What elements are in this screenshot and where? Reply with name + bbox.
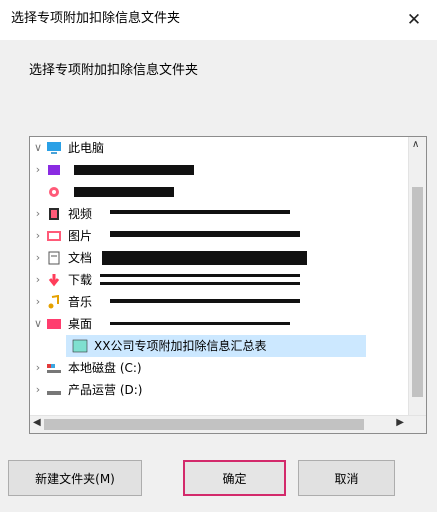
tree-item-label: 桌面 bbox=[68, 317, 93, 331]
redacted-label bbox=[100, 274, 300, 277]
window-title: 选择专项附加扣除信息文件夹 bbox=[11, 11, 181, 26]
scroll-right-arrow-icon[interactable]: ▶ bbox=[396, 417, 404, 428]
title-bar: 选择专项附加扣除信息文件夹 ✕ bbox=[0, 0, 437, 40]
music-icon bbox=[46, 294, 62, 309]
tree-item-documents[interactable]: › 文档 bbox=[30, 247, 426, 269]
redacted-label bbox=[102, 251, 307, 265]
chevron-right-icon[interactable]: › bbox=[30, 250, 46, 266]
cloud-icon bbox=[46, 185, 62, 199]
tree-item-pictures[interactable]: › 图片 bbox=[30, 225, 426, 247]
desktop-icon bbox=[46, 317, 62, 331]
redacted-label bbox=[74, 187, 174, 197]
chevron-right-icon[interactable]: › bbox=[30, 382, 46, 398]
chevron-down-icon[interactable]: ∨ bbox=[30, 140, 46, 156]
redacted-label bbox=[110, 322, 290, 325]
3d-objects-icon bbox=[46, 163, 62, 177]
chevron-right-icon[interactable]: › bbox=[30, 228, 46, 244]
redacted-label bbox=[110, 299, 300, 303]
tree-item-3d-objects[interactable]: › bbox=[30, 159, 426, 181]
tree-item-videos[interactable]: › 视频 bbox=[30, 203, 426, 225]
chevron-right-icon[interactable]: › bbox=[30, 272, 46, 288]
tree-item-desktop[interactable]: ∨ 桌面 bbox=[30, 313, 426, 335]
redacted-label bbox=[100, 282, 300, 285]
tree-item-downloads[interactable]: › 下载 bbox=[30, 269, 426, 291]
chevron-right-icon[interactable]: › bbox=[30, 294, 46, 310]
download-icon bbox=[46, 273, 62, 287]
dialog-description: 选择专项附加扣除信息文件夹 bbox=[29, 63, 199, 78]
drive-icon bbox=[46, 361, 62, 375]
tree-item-label: 本地磁盘 (C:) bbox=[68, 361, 142, 375]
computer-icon bbox=[46, 141, 62, 155]
tree-item-label: 产品运营 (D:) bbox=[68, 383, 143, 397]
vertical-scroll-thumb[interactable] bbox=[412, 187, 423, 397]
chevron-down-icon[interactable]: ∨ bbox=[30, 316, 46, 332]
tree-item-drive-c[interactable]: › 本地磁盘 (C:) bbox=[30, 357, 426, 379]
folder-tree[interactable]: ∨ 此电脑 › › 视频 › 图片 › 文档 › 下载 › 音乐 ∨ 桌面 XX… bbox=[29, 136, 427, 434]
tree-item-music[interactable]: › 音乐 bbox=[30, 291, 426, 313]
tree-item-label: 图片 bbox=[68, 229, 93, 243]
redacted-label bbox=[74, 165, 194, 175]
chevron-right-icon[interactable]: › bbox=[30, 360, 46, 376]
chevron-right-icon[interactable]: › bbox=[30, 206, 46, 222]
tree-item-label: 此电脑 bbox=[68, 141, 105, 155]
scroll-up-arrow-icon[interactable]: ∧ bbox=[412, 139, 419, 150]
redacted-label bbox=[110, 210, 290, 214]
tree-item-label: 下载 bbox=[68, 273, 93, 287]
new-folder-button[interactable]: 新建文件夹(M) bbox=[8, 460, 142, 496]
tree-item-cloud[interactable] bbox=[30, 181, 426, 203]
horizontal-scrollbar[interactable]: ◀ ▶ bbox=[30, 415, 426, 433]
ok-button[interactable]: 确定 bbox=[183, 460, 286, 496]
tree-item-label: XX公司专项附加扣除信息汇总表 bbox=[94, 339, 267, 353]
tree-item-drive-d[interactable]: › 产品运营 (D:) bbox=[30, 379, 426, 401]
redacted-label bbox=[110, 231, 300, 237]
picture-icon bbox=[46, 229, 62, 243]
horizontal-scroll-thumb[interactable] bbox=[44, 419, 364, 430]
scroll-left-arrow-icon[interactable]: ◀ bbox=[33, 417, 41, 428]
close-button[interactable]: ✕ bbox=[391, 0, 437, 40]
cancel-button[interactable]: 取消 bbox=[298, 460, 395, 496]
tree-item-this-pc[interactable]: ∨ 此电脑 bbox=[30, 137, 426, 159]
tree-item-label: 文档 bbox=[68, 251, 93, 265]
chevron-right-icon[interactable]: › bbox=[30, 162, 46, 178]
drive-icon bbox=[46, 383, 62, 397]
tree-item-label: 音乐 bbox=[68, 295, 93, 309]
document-icon bbox=[46, 251, 62, 265]
tree-item-selected-folder[interactable]: XX公司专项附加扣除信息汇总表 bbox=[66, 335, 366, 357]
tree-item-label: 视频 bbox=[68, 207, 93, 221]
folder-icon bbox=[72, 339, 88, 353]
dialog-body: 选择专项附加扣除信息文件夹 ∨ 此电脑 › › 视频 › 图片 › 文档 › 下… bbox=[0, 40, 437, 512]
vertical-scrollbar[interactable]: ∧ bbox=[408, 137, 426, 416]
video-icon bbox=[46, 207, 62, 221]
